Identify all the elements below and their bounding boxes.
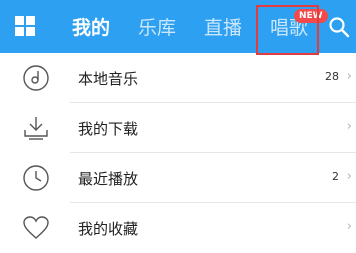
list-item-recent[interactable]: 最近播放 2 ›: [0, 153, 356, 203]
chevron-right-icon: ›: [346, 169, 352, 184]
menu-grid-icon[interactable]: [15, 16, 35, 36]
clock-icon: [23, 165, 49, 191]
list-item-local-music[interactable]: 本地音乐 28 ›: [0, 53, 356, 103]
tab-mine[interactable]: 我的: [72, 13, 110, 40]
highlight-box: [256, 5, 319, 55]
item-count: 2: [332, 170, 339, 183]
list-item-favorites[interactable]: 我的收藏 ›: [0, 203, 356, 253]
chevron-right-icon: ›: [346, 219, 352, 234]
menu-list: 本地音乐 28 › 我的下载 › 最近播放 2 › 我的收藏 ›: [0, 53, 356, 253]
search-icon[interactable]: [327, 15, 351, 39]
chevron-right-icon: ›: [346, 69, 352, 84]
item-count: 28: [325, 70, 339, 83]
chevron-right-icon: ›: [346, 119, 352, 134]
disc-icon: [23, 65, 49, 91]
top-bar: 我的 乐库 直播 唱歌 NEW: [0, 0, 356, 55]
heart-icon: [23, 216, 49, 239]
tab-live[interactable]: 直播: [204, 13, 242, 40]
list-item-downloads[interactable]: 我的下载 ›: [0, 103, 356, 153]
list-item-label: 我的收藏: [78, 220, 139, 238]
tab-library[interactable]: 乐库: [138, 13, 176, 40]
list-item-label: 最近播放: [78, 170, 139, 188]
list-item-label: 我的下载: [78, 120, 139, 138]
download-icon: [24, 117, 48, 140]
list-item-label: 本地音乐: [78, 70, 139, 88]
